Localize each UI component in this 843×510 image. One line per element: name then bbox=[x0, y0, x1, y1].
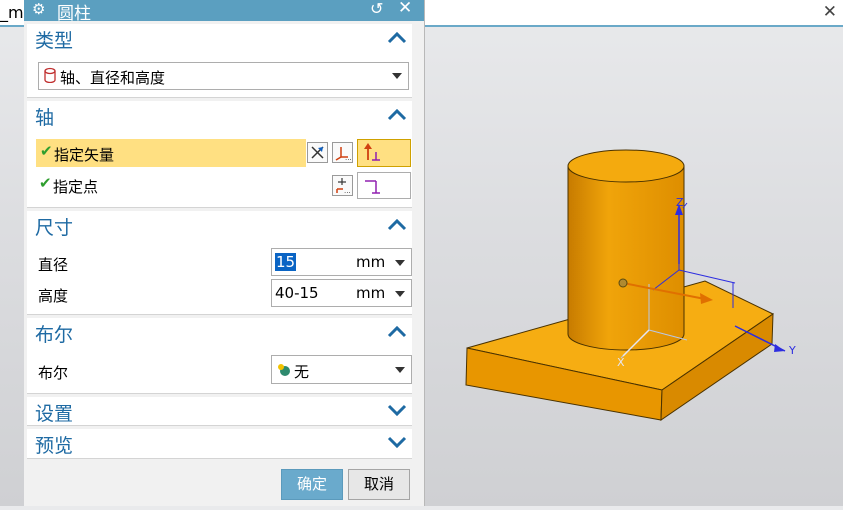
y-axis-arrow bbox=[774, 344, 785, 352]
height-unit[interactable]: mm bbox=[356, 284, 384, 302]
specify-vector-row[interactable]: ✔ 指定矢量 bbox=[36, 139, 306, 167]
type-icon bbox=[43, 67, 57, 84]
height-value: 40-15 bbox=[275, 284, 319, 302]
diameter-value: 15 bbox=[275, 253, 297, 271]
cylinder-dialog: ⚙ 圆柱 ↺ ✕ 类型 轴、直径和高度 轴 ✔ 指定矢量 ... ✔ 指定点 .… bbox=[24, 0, 425, 506]
diameter-unit[interactable]: mm bbox=[356, 253, 384, 271]
axis-z-label: Z bbox=[676, 196, 684, 209]
group-type: 类型 轴、直径和高度 bbox=[27, 24, 412, 98]
dropdown-arrow-icon[interactable] bbox=[395, 260, 405, 266]
group-preview-header[interactable]: 预览 bbox=[35, 431, 73, 458]
dropdown-arrow-icon[interactable] bbox=[395, 291, 405, 297]
diameter-input[interactable]: 15 mm bbox=[271, 248, 412, 276]
group-boolean-header[interactable]: 布尔 bbox=[35, 320, 73, 347]
group-type-header[interactable]: 类型 bbox=[35, 26, 73, 53]
specify-vector-label: 指定矢量 bbox=[54, 146, 115, 164]
boolean-icon bbox=[276, 362, 292, 382]
group-preview[interactable]: 预览 bbox=[27, 429, 412, 459]
boolean-select[interactable]: 无 bbox=[271, 355, 412, 384]
cylinder-body bbox=[567, 165, 685, 351]
group-axis-header[interactable]: 轴 bbox=[35, 103, 54, 130]
type-select[interactable]: 轴、直径和高度 bbox=[38, 62, 409, 90]
reset-icon[interactable]: ↺ bbox=[370, 0, 383, 18]
ok-button[interactable]: 确定 bbox=[281, 469, 343, 500]
gear-icon: ⚙ bbox=[32, 0, 46, 18]
dropdown-arrow-icon bbox=[395, 366, 405, 373]
specify-point-label: 指定点 bbox=[53, 178, 99, 196]
inferred-point-icon bbox=[362, 175, 382, 201]
specify-point-row[interactable]: ✔ 指定点 bbox=[35, 171, 305, 199]
origin-point bbox=[618, 278, 628, 288]
inferred-vector-icon bbox=[362, 142, 382, 168]
close-icon[interactable]: ✕ bbox=[823, 2, 837, 22]
axis-y-label: Y bbox=[788, 344, 796, 357]
check-icon: ✔ bbox=[39, 174, 52, 192]
height-label: 高度 bbox=[38, 287, 69, 305]
graphics-viewport[interactable]: Z Y X bbox=[425, 28, 843, 506]
chevron-down-icon[interactable] bbox=[386, 432, 408, 452]
chevron-up-icon[interactable] bbox=[386, 322, 408, 342]
chevron-down-icon[interactable] bbox=[386, 400, 408, 420]
point-dialog-icon[interactable]: ... bbox=[332, 175, 353, 196]
group-dimensions-header[interactable]: 尺寸 bbox=[35, 213, 73, 240]
group-settings-header[interactable]: 设置 bbox=[35, 399, 73, 426]
group-axis: 轴 ✔ 指定矢量 ... ✔ 指定点 ... bbox=[27, 101, 412, 208]
cylinder-top-face bbox=[567, 149, 685, 183]
check-icon: ✔ bbox=[40, 142, 53, 160]
chevron-up-icon[interactable] bbox=[386, 28, 408, 48]
type-select-value: 轴、直径和高度 bbox=[60, 69, 166, 87]
svg-text:...: ... bbox=[345, 154, 352, 162]
dialog-title: 圆柱 bbox=[57, 4, 91, 24]
axis-x-label: X bbox=[617, 356, 625, 369]
group-dimensions: 尺寸 直径 15 mm 高度 40-15 mm bbox=[27, 211, 412, 315]
height-input[interactable]: 40-15 mm bbox=[271, 279, 412, 307]
cancel-button[interactable]: 取消 bbox=[348, 469, 410, 500]
group-boolean: 布尔 布尔 无 bbox=[27, 318, 412, 394]
chevron-up-icon[interactable] bbox=[386, 105, 408, 125]
close-icon[interactable]: ✕ bbox=[398, 0, 412, 18]
chevron-up-icon[interactable] bbox=[386, 215, 408, 235]
svg-text:...: ... bbox=[344, 187, 351, 195]
dropdown-arrow-icon bbox=[392, 73, 402, 79]
inferred-point-select[interactable] bbox=[357, 172, 411, 199]
vector-constructor-icon[interactable]: ... bbox=[332, 142, 353, 163]
diameter-label: 直径 bbox=[38, 256, 69, 274]
group-settings[interactable]: 设置 bbox=[27, 397, 412, 426]
vector-dialog-icon[interactable] bbox=[307, 142, 328, 163]
boolean-label: 布尔 bbox=[38, 364, 69, 382]
boolean-value: 无 bbox=[294, 363, 310, 381]
inferred-vector-select[interactable] bbox=[357, 139, 411, 167]
dialog-titlebar: ⚙ 圆柱 ↺ ✕ bbox=[24, 0, 424, 24]
